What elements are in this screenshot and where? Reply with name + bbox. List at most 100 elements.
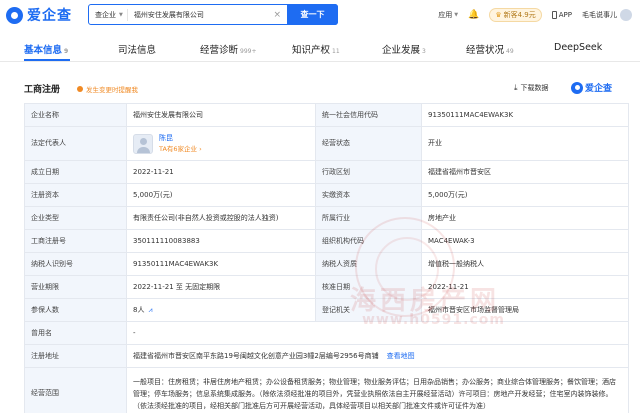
search-input[interactable]: 福州安住发展有限公司: [128, 10, 274, 20]
registration-number: 350111110083883: [126, 229, 316, 253]
business-term: 2022-11-21 至 无固定期限: [126, 275, 316, 299]
watermark-url: www.h0591.com: [362, 312, 505, 328]
top-header: 爱企查 查企业 ▼ 福州安住发展有限公司 × 查一下 应用 ▼ 🔔 ♛ 新客4.9元…: [0, 0, 640, 30]
field-label: 注册资本: [24, 183, 127, 207]
section-tabs: 基本信息 9 司法信息 经营诊断 999+ 知识产权 11 企业发展 3 经营状况 49 …: [0, 36, 640, 62]
tab-deepseek[interactable]: DeepSeek: [554, 42, 602, 53]
app-link[interactable]: APP: [551, 11, 572, 19]
paid-capital: 5,000万(元): [421, 183, 629, 207]
business-status: 开业: [421, 126, 629, 161]
vip-badge-label: 新客4.9元: [503, 11, 536, 19]
download-label: 下载数据: [520, 84, 549, 92]
field-label: 经营范围: [24, 367, 127, 413]
field-label: 经营状态: [315, 126, 422, 161]
tab-intellectual-property[interactable]: 知识产权 11: [292, 42, 340, 56]
field-label: 纳税人识别号: [24, 252, 127, 276]
tab-label: 知识产权: [292, 45, 331, 56]
search-scope-select[interactable]: 查企业 ▼: [89, 8, 128, 21]
field-label: 参保人数: [24, 298, 127, 322]
top-right-menu: 应用 ▼ 🔔 ♛ 新客4.9元 APP 毛毛说事儿: [428, 8, 632, 22]
table-row: 注册资本 5,000万(元) 实缴资本 5,000万(元): [24, 183, 629, 207]
tab-label: 经营状况: [466, 45, 505, 56]
address-cell: 福建省福州市晋安区南平东路19号闽越文化创意产业园3幢2层编号2956号商铺 查看…: [126, 344, 629, 368]
phone-icon: [551, 11, 557, 19]
table-row: 营业期限 2022-11-21 至 无固定期限 核准日期 2022-11-21: [24, 275, 629, 299]
chevron-down-icon: ▼: [454, 12, 459, 18]
tab-count: 11: [332, 48, 340, 55]
tab-label: 经营诊断: [200, 45, 239, 56]
tab-business-diagnosis[interactable]: 经营诊断 999+: [200, 42, 257, 56]
tab-label: 司法信息: [118, 45, 157, 56]
tab-label: 基本信息: [24, 45, 63, 56]
brand-icon: [571, 81, 583, 94]
field-label: 行政区划: [315, 160, 422, 184]
tab-operations[interactable]: 经营状况 49: [466, 42, 514, 56]
apps-menu-label: 应用: [438, 11, 453, 19]
registered-capital: 5,000万(元): [126, 183, 316, 207]
legal-rep-name[interactable]: 陈昆: [159, 133, 202, 144]
field-label: 法定代表人: [24, 126, 127, 161]
field-label: 注册地址: [24, 344, 127, 368]
vip-badge[interactable]: ♛ 新客4.9元: [489, 8, 542, 22]
table-row: 注册地址 福建省福州市晋安区南平东路19号闽越文化创意产业园3幢2层编号2956…: [24, 344, 629, 368]
view-map-link[interactable]: 查看地图: [387, 352, 415, 360]
tab-basic-info[interactable]: 基本信息 9: [24, 42, 68, 56]
established-date: 2022-11-21: [126, 160, 316, 184]
change-alert-label: 发生变更时提醒我: [86, 86, 138, 94]
change-alert-link[interactable]: 发生变更时提醒我: [77, 84, 138, 94]
tab-count: 999+: [240, 48, 257, 55]
username: 毛毛说事儿: [582, 11, 617, 19]
notification-icon[interactable]: 🔔: [468, 10, 479, 20]
section-title: 工商注册: [24, 85, 61, 95]
user-menu[interactable]: 毛毛说事儿: [582, 9, 632, 21]
table-row: 纳税人识别号 91350111MAC4EWAK3K 纳税人资质 增值税一般纳税人: [24, 252, 629, 276]
tab-count: 49: [506, 48, 514, 55]
company-type: 有限责任公司(非自然人投资或控股的法人独资): [126, 206, 316, 230]
field-label: 营业期限: [24, 275, 127, 299]
search-scope-label: 查企业: [95, 10, 116, 19]
chevron-down-icon: ▼: [119, 11, 123, 18]
table-row: 参保人数 8人 ⩘ 登记机关 福州市晋安区市场监督管理局: [24, 298, 629, 322]
table-row: 曾用名 -: [24, 321, 629, 345]
tab-development[interactable]: 企业发展 3: [382, 42, 426, 56]
logo[interactable]: 爱企查: [6, 6, 72, 24]
download-button[interactable]: ⤓ 下载数据: [514, 83, 549, 93]
credit-code: 91350111MAC4EWAK3K: [421, 103, 629, 127]
clear-icon[interactable]: ×: [273, 10, 281, 20]
apps-menu[interactable]: 应用 ▼: [438, 10, 458, 20]
search-button[interactable]: 查一下: [287, 4, 338, 25]
person-avatar: [133, 133, 153, 154]
business-scope: 一般项目：住房租赁；非居住房地产租赁；办公设备租赁服务；物业管理；物业服务评估；…: [126, 367, 629, 413]
tab-count: 3: [422, 48, 426, 55]
industry: 房地产业: [421, 206, 629, 230]
table-row: 企业名称 福州安住发展有限公司 统一社会信用代码 91350111MAC4EWA…: [24, 103, 629, 127]
brand-text: 爱企查: [585, 84, 613, 94]
field-label: 实缴资本: [315, 183, 422, 207]
field-label: 工商注册号: [24, 229, 127, 253]
app-link-label: APP: [558, 11, 572, 19]
chart-icon[interactable]: ⩘: [148, 306, 152, 314]
avatar: [620, 9, 632, 21]
table-row: 成立日期 2022-11-21 行政区划 福建省福州市晋安区: [24, 160, 629, 184]
legal-rep: 陈昆 TA有6家企业 ›: [133, 133, 309, 155]
org-code: MAC4EWAK-3: [421, 229, 629, 253]
insured-count: 8人: [133, 305, 145, 314]
registered-address: 福建省福州市晋安区南平东路19号闽越文化创意产业园3幢2层编号2956号商铺: [133, 351, 379, 360]
logo-text: 爱企查: [27, 8, 72, 24]
tab-label: 企业发展: [382, 45, 421, 56]
legal-rep-companies-label: TA有6家企业: [159, 144, 198, 153]
tab-judicial-info[interactable]: 司法信息: [118, 42, 156, 56]
registration-table: 企业名称 福州安住发展有限公司 统一社会信用代码 91350111MAC4EWA…: [24, 103, 629, 413]
field-label: 企业类型: [24, 206, 127, 230]
table-row: 经营范围 一般项目：住房租赁；非居住房地产租赁；办公设备租赁服务；物业管理；物业…: [24, 367, 629, 413]
field-label: 企业名称: [24, 103, 127, 127]
field-label: 曾用名: [24, 321, 127, 345]
crown-icon: ♛: [495, 11, 502, 19]
taxpayer-id: 91350111MAC4EWAK3K: [126, 252, 316, 276]
alert-icon: [77, 86, 83, 92]
active-tab-indicator: [24, 59, 70, 61]
logo-icon: [6, 6, 23, 24]
legal-rep-companies-link[interactable]: TA有6家企业 ›: [159, 144, 202, 155]
brand-logo: 爱企查: [571, 81, 612, 94]
table-row: 工商注册号 350111110083883 组织机构代码 MAC4EWAK-3: [24, 229, 629, 253]
